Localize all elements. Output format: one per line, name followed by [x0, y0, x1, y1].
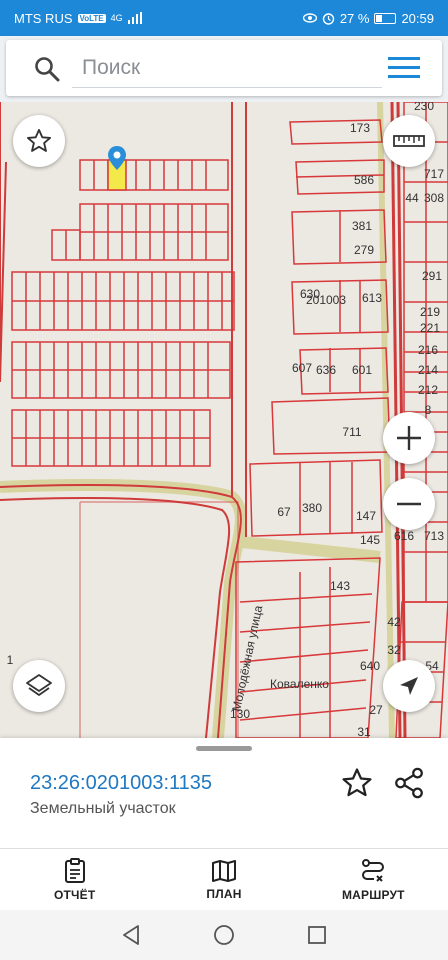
parcel-label: 44 — [405, 191, 419, 205]
route-icon — [362, 858, 385, 882]
network-type: 4G — [110, 13, 123, 23]
ruler-button[interactable] — [383, 115, 435, 167]
favorite-map-button[interactable] — [13, 115, 65, 167]
cadastral-map[interactable]: 230 173 586 717 44 308 381 279 291 630 2… — [0, 102, 448, 738]
minus-icon — [397, 502, 421, 506]
action-bar: ОТЧЁТ ПЛАН МАРШРУТ — [0, 848, 448, 910]
search-box — [6, 40, 442, 96]
carrier-name: MTS RUS — [14, 10, 73, 26]
parcel-label: 31 — [357, 725, 371, 738]
parcel-label: 717 — [424, 167, 444, 181]
scale-marker: 1 — [7, 653, 14, 667]
parcel-label: 380 — [302, 501, 322, 515]
recents-icon[interactable] — [307, 925, 327, 945]
parcel-label: 212 — [418, 383, 438, 397]
layers-icon — [26, 674, 52, 696]
search-input[interactable] — [72, 48, 382, 88]
parcel-label: 145 — [360, 533, 380, 547]
report-button[interactable]: ОТЧЁТ — [0, 849, 149, 910]
parcel-label: 147 — [356, 509, 376, 523]
status-bar: MTS RUS VoLTE 4G 27 % 20:59 — [0, 0, 448, 36]
parcel-grid[interactable] — [11, 159, 235, 467]
battery-icon — [374, 12, 397, 24]
menu-icon[interactable] — [388, 56, 420, 80]
search-icon[interactable] — [34, 56, 60, 82]
street-label: Молодёжная улица — [229, 604, 265, 713]
parcel-label: 713 — [424, 529, 444, 543]
street-label: Коваленко — [270, 677, 329, 691]
cadastral-number[interactable]: 23:26:0201003:1135 — [30, 772, 212, 795]
parcel-label: 586 — [354, 173, 374, 187]
battery-percent: 27 % — [339, 10, 370, 26]
report-icon — [64, 857, 85, 883]
back-icon[interactable] — [121, 924, 141, 946]
system-nav-bar — [0, 910, 448, 960]
parcel-label: 27 — [369, 703, 383, 717]
plan-button[interactable]: ПЛАН — [149, 849, 298, 910]
search-area — [0, 36, 448, 102]
parcel-type: Земельный участок — [30, 800, 176, 817]
report-label: ОТЧЁТ — [53, 887, 96, 902]
home-icon[interactable] — [213, 924, 235, 946]
parcel-label: 613 — [362, 291, 382, 305]
parcel-label: 230 — [414, 102, 434, 113]
parcel-label: 616 — [394, 529, 414, 543]
parcel-label: 216 — [418, 343, 438, 357]
parcel-label: 308 — [424, 191, 444, 205]
parcel-info-sheet[interactable]: 23:26:0201003:1135 Земельный участок — [0, 738, 448, 848]
parcel-label: 32 — [387, 643, 401, 657]
parcel-label: 67 — [277, 505, 291, 519]
parcel-label: 381 — [352, 219, 372, 233]
parcel-label: 221 — [420, 321, 440, 335]
parcel-label: 219 — [420, 305, 440, 319]
parcel-label: 201003 — [306, 293, 346, 307]
volte-badge: VoLTE — [77, 13, 106, 23]
clock: 20:59 — [401, 10, 434, 26]
parcel-label: 291 — [422, 269, 442, 283]
alarm-icon — [322, 12, 335, 25]
my-location-button[interactable] — [383, 660, 435, 712]
map-plan-icon — [211, 859, 236, 882]
parcel-label: 601 — [352, 363, 372, 377]
drag-handle[interactable] — [196, 746, 252, 751]
parcel-label: 279 — [354, 243, 374, 257]
plus-icon — [397, 426, 421, 450]
parcel-label: 8 — [425, 403, 432, 417]
parcel-label: 640 — [360, 659, 380, 673]
map-view[interactable]: 230 173 586 717 44 308 381 279 291 630 2… — [0, 102, 448, 738]
parcel-label: 143 — [330, 579, 350, 593]
parcel-label: 42 — [387, 615, 401, 629]
route-label: МАРШРУТ — [341, 887, 405, 902]
plan-label: ПЛАН — [206, 886, 242, 901]
parcel-label: 711 — [342, 425, 361, 439]
share-icon[interactable] — [392, 766, 426, 800]
zoom-in-button[interactable] — [383, 412, 435, 464]
parcel-label: 214 — [418, 363, 438, 377]
ruler-icon — [393, 135, 425, 147]
star-icon — [26, 128, 52, 152]
status-left: MTS RUS VoLTE 4G — [14, 11, 142, 26]
layers-button[interactable] — [13, 660, 65, 712]
navigation-arrow-icon — [400, 677, 418, 695]
parcel-label: 636 — [316, 363, 336, 377]
eye-icon — [302, 13, 317, 23]
route-button[interactable]: МАРШРУТ — [299, 849, 448, 910]
signal-icon — [127, 12, 142, 24]
favorite-star-icon[interactable] — [340, 766, 374, 800]
zoom-out-button[interactable] — [383, 478, 435, 530]
parcel-label: 607 — [292, 361, 312, 375]
status-right: 27 % 20:59 — [302, 10, 434, 26]
parcel-label: 173 — [350, 121, 370, 135]
